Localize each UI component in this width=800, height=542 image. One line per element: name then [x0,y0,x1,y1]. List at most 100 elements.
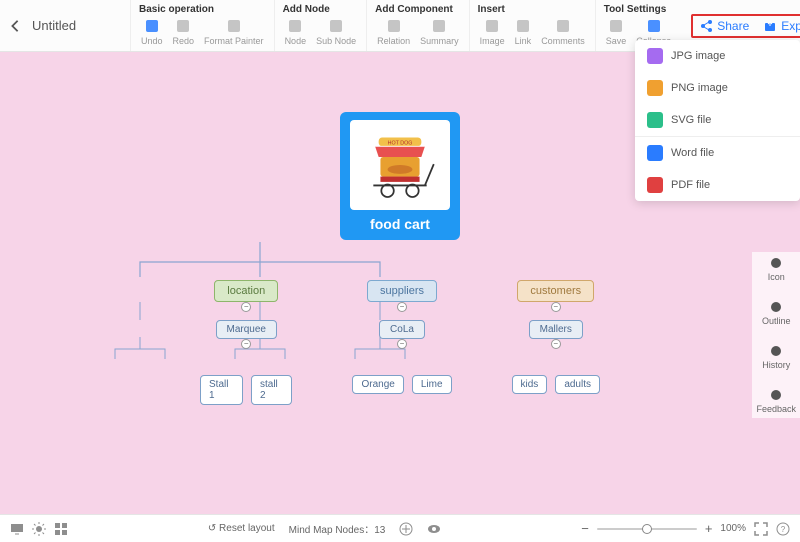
tool-label: Relation [377,36,410,46]
export-option[interactable]: PNG image [635,72,800,104]
branch-label: suppliers [380,285,424,297]
export-option[interactable]: JPG image [635,40,800,72]
tool-image[interactable]: Image [476,16,509,48]
branch: location− Marquee− Stall 1 stall 2 [200,280,292,405]
leaf-node[interactable]: kids [512,375,548,394]
file-type-icon [647,112,663,128]
tool-summary[interactable]: Summary [416,16,463,48]
root-label: food cart [370,216,430,232]
leaf-label: Stall 1 [209,379,228,401]
export-option-label: PDF file [671,179,710,191]
tool-node[interactable]: Node [281,16,311,48]
tool-label: Summary [420,36,459,46]
file-type-icon [647,177,663,193]
zoom-thumb[interactable] [642,524,652,534]
export-option-label: JPG image [671,50,725,62]
export-button[interactable]: Export [763,19,800,33]
export-option[interactable]: PDF file [635,169,800,201]
file-type-icon [647,48,663,64]
rail-label: History [762,360,790,370]
branch-node[interactable]: suppliers− [367,280,437,302]
focus-icon[interactable] [399,522,413,536]
branch: suppliers− CoLa− Orange Lime [352,280,451,405]
tool-label: Link [515,36,532,46]
sub-node[interactable]: CoLa− [379,320,425,339]
branch-label: location [227,285,265,297]
leaf-node[interactable]: Lime [412,375,452,394]
document-title[interactable]: Untitled [32,18,76,33]
rail-label: Feedback [756,404,796,414]
collapse-toggle[interactable]: − [551,339,561,349]
leaf-label: stall 2 [260,379,278,401]
leaf-node[interactable]: stall 2 [251,375,292,405]
tool-label: Format Painter [204,36,264,46]
image-icon [484,18,500,34]
zoom-out-button[interactable]: − [581,521,589,536]
share-button[interactable]: Share [699,19,749,33]
tool-sub-node[interactable]: Sub Node [312,16,360,48]
help-icon[interactable]: ? [776,522,790,536]
rail-icon[interactable]: Icon [768,256,785,282]
feedback-icon [769,388,783,402]
collapse-toggle[interactable]: − [397,339,407,349]
branch-node[interactable]: customers− [517,280,594,302]
tool-link[interactable]: Link [511,16,536,48]
tool-comments[interactable]: Comments [537,16,589,48]
statusbar: ↺ Reset layout Mind Map Nodes：13 − + 100… [0,514,800,542]
tool-label: Comments [541,36,585,46]
tool-relation[interactable]: Relation [373,16,414,48]
back-icon[interactable] [8,19,22,33]
collapse-toggle[interactable]: − [241,302,251,312]
undo-icon [144,18,160,34]
visibility-icon[interactable] [427,522,441,536]
group-label: Basic operation [137,2,268,16]
node-icon [287,18,303,34]
file-type-icon [647,80,663,96]
rail-label: Icon [768,272,785,282]
sub-node[interactable]: Mallers− [529,320,583,339]
export-option[interactable]: SVG file [635,104,800,136]
tool-save[interactable]: Save [602,16,631,48]
fullscreen-icon[interactable] [754,522,768,536]
leaf-node[interactable]: Orange [352,375,403,394]
outline-icon [769,300,783,314]
zoom-percent[interactable]: 100% [720,523,746,534]
leaf-node[interactable]: adults [555,375,600,394]
reset-layout-button[interactable]: ↺ Reset layout [208,523,275,534]
presentation-icon[interactable] [10,522,24,536]
leaf-node[interactable]: Stall 1 [200,375,243,405]
share-label: Share [717,19,749,33]
zoom-in-button[interactable]: + [705,521,713,536]
tool-label: Save [606,36,627,46]
branch-label: customers [530,285,581,297]
zoom-slider[interactable] [597,528,697,530]
reset-layout-label: Reset layout [219,523,275,534]
export-option[interactable]: Word file [635,137,800,169]
rail-outline[interactable]: Outline [762,300,791,326]
tool-label: Sub Node [316,36,356,46]
rail-history[interactable]: History [762,344,790,370]
leaf-label: kids [521,379,539,390]
sub-label: Mallers [540,324,572,335]
grid-icon[interactable] [54,522,68,536]
brightness-icon[interactable] [32,522,46,536]
tool-undo[interactable]: Undo [137,16,167,48]
food-cart-icon: HOT DOG [355,125,445,205]
tool-format-painter[interactable]: Format Painter [200,16,268,48]
collapse-toggle[interactable]: − [551,302,561,312]
tool-redo[interactable]: Redo [169,16,199,48]
history-icon [769,344,783,358]
relation-icon [386,18,402,34]
collapse-toggle[interactable]: − [241,339,251,349]
collapse-toggle[interactable]: − [397,302,407,312]
tool-label: Image [480,36,505,46]
tool-label: Node [285,36,307,46]
rail-feedback[interactable]: Feedback [756,388,796,414]
group-label: Insert [476,2,589,16]
sub-node[interactable]: Marquee− [216,320,277,339]
root-node[interactable]: HOT DOG food cart [340,112,460,240]
root-image: HOT DOG [350,120,450,210]
svg-text:?: ? [781,525,786,534]
sub-label: Marquee [227,324,266,335]
branch-node[interactable]: location− [214,280,278,302]
